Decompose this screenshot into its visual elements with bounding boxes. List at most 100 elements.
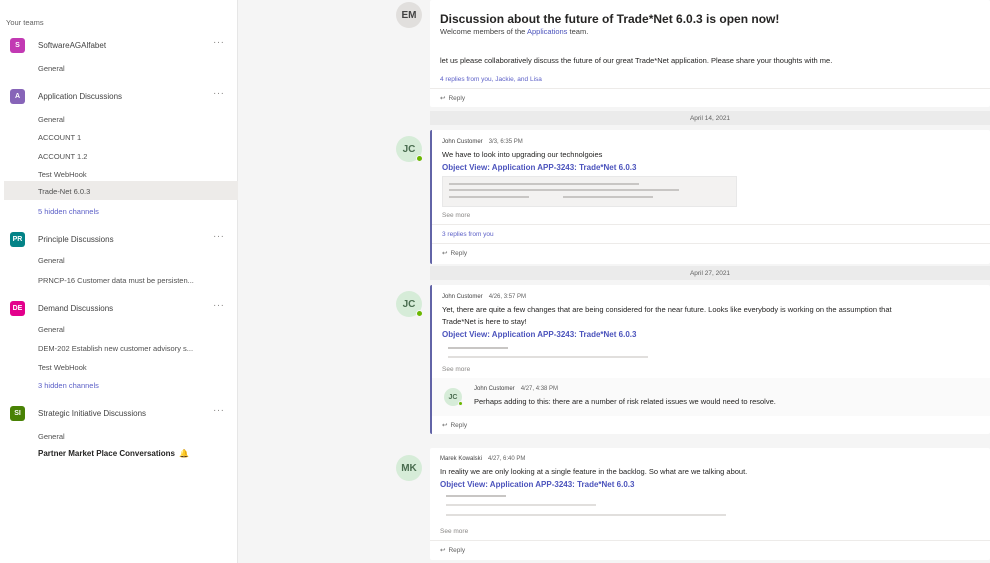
reply-label: Reply <box>450 422 468 429</box>
preview-line <box>446 495 506 497</box>
avatar[interactable]: EM <box>396 2 422 28</box>
preview-line <box>449 189 679 191</box>
message-body: In reality we are only looking at a sing… <box>440 467 748 476</box>
reply-thread: JC John Customer 4/27, 4:38 PM Perhaps ad… <box>432 378 990 416</box>
team-avatar: DE <box>10 301 25 316</box>
channel-general[interactable]: General <box>38 64 65 73</box>
channel-dem-202[interactable]: DEM-202 Establish new customer advisory … <box>38 344 193 353</box>
divider <box>432 224 990 225</box>
channel-trade-net-active[interactable]: Trade-Net 6.0.3 <box>38 187 90 196</box>
channel-general[interactable]: General <box>38 256 65 265</box>
reply-label: Reply <box>450 250 468 257</box>
author-name: Marek Kowalski <box>440 456 483 462</box>
more-options-icon[interactable]: ··· <box>213 37 225 48</box>
welcome-post: team. <box>567 27 589 36</box>
channel-account-1[interactable]: ACCOUNT 1 <box>38 133 81 142</box>
see-more-link[interactable]: See more <box>442 212 470 219</box>
date-separator: April 27, 2021 <box>430 266 990 280</box>
channel-test-webhook[interactable]: Test WebHook <box>38 170 87 179</box>
hidden-channels-link[interactable]: 5 hidden channels <box>38 207 99 216</box>
message-post: John Customer 3/3, 6:35 PM We have to loo… <box>430 130 990 264</box>
preview-line <box>449 196 529 198</box>
preview-line <box>563 196 653 198</box>
avatar-initials: JC <box>448 393 458 401</box>
author-name: John Customer <box>442 139 483 145</box>
bell-icon: 🔔 <box>178 449 189 458</box>
avatar-initials: JC <box>402 298 416 310</box>
replies-summary[interactable]: 3 replies from you <box>442 231 494 238</box>
team-principle-discussions[interactable]: PR Principle Discussions ··· <box>0 229 238 251</box>
preview-line <box>446 504 596 506</box>
team-name: Application Discussions <box>38 92 123 101</box>
message-post: Marek Kowalski 4/27, 6:40 PM In reality w… <box>430 448 990 560</box>
more-options-icon[interactable]: ··· <box>213 88 225 99</box>
team-softwareagalfabet[interactable]: S SoftwareAGAlfabet ··· <box>0 35 238 57</box>
object-view-link[interactable]: Object View: Application APP-3243: Trade… <box>442 163 636 172</box>
partner-team-name: Partner Market Place Conversations <box>38 449 175 458</box>
author-name: John Customer <box>442 294 483 300</box>
reply-button[interactable]: ↩ Reply <box>440 94 465 102</box>
timestamp: 4/27, 4:38 PM <box>520 386 559 392</box>
reply-body: Perhaps adding to this: there are a numb… <box>474 397 776 406</box>
timestamp: 3/3, 6:35 PM <box>488 139 523 145</box>
reply-label: Reply <box>448 95 466 102</box>
presence-available-icon <box>416 155 423 162</box>
avatar-initials: JC <box>402 143 416 155</box>
post-body: let us please collaboratively discuss th… <box>440 56 833 65</box>
channel-account-1-2[interactable]: ACCOUNT 1.2 <box>38 152 87 161</box>
timestamp: 4/26, 3:57 PM <box>488 294 527 300</box>
reply-button[interactable]: ↩ Reply <box>442 249 467 257</box>
object-view-link[interactable]: Object View: Application APP-3243: Trade… <box>440 480 634 489</box>
team-name: Strategic Initiative Discussions <box>38 409 147 418</box>
message-body-line1: Yet, there are quite a few changes that … <box>442 305 892 314</box>
team-application-discussions[interactable]: A Application Discussions ··· <box>0 86 238 108</box>
partner-market-place-team[interactable]: Partner Market Place Conversations 🔔 <box>38 449 189 458</box>
link-preview-image[interactable] <box>442 343 737 363</box>
link-preview-image[interactable] <box>440 492 735 522</box>
reply-button[interactable]: ↩ Reply <box>442 421 467 429</box>
message-meta: Marek Kowalski 4/27, 6:40 PM <box>440 456 525 462</box>
message-body-line2: Trade*Net is here to stay! <box>442 317 527 326</box>
more-options-icon[interactable]: ··· <box>213 300 225 311</box>
conversation-pane: EM let us please collaboratively discuss… <box>238 0 990 563</box>
team-strategic-initiative-discussions[interactable]: SI Strategic Initiative Discussions ··· <box>0 403 238 425</box>
channel-test-webhook[interactable]: Test WebHook <box>38 363 87 372</box>
message-meta: John Customer 4/26, 3:57 PM <box>442 294 526 300</box>
preview-line <box>448 347 508 349</box>
link-preview-image[interactable] <box>442 176 737 207</box>
channel-general[interactable]: General <box>38 115 65 124</box>
reply-button[interactable]: ↩ Reply <box>440 546 465 554</box>
applications-team-link[interactable]: Applications <box>527 27 567 36</box>
teams-sidebar: Your teams S SoftwareAGAlfabet ··· Gener… <box>0 0 238 563</box>
channel-general[interactable]: General <box>38 432 65 441</box>
hidden-channels-link[interactable]: 3 hidden channels <box>38 381 99 390</box>
see-more-link[interactable]: See more <box>440 528 468 535</box>
date-separator: April 14, 2021 <box>430 111 990 125</box>
timestamp: 4/27, 6:40 PM <box>488 456 526 462</box>
avatar[interactable]: JC <box>396 136 423 162</box>
more-options-icon[interactable]: ··· <box>213 405 225 416</box>
divider <box>430 540 990 541</box>
replies-summary[interactable]: 4 replies from you, Jackie, and Lisa <box>440 76 542 83</box>
see-more-link[interactable]: See more <box>442 366 470 373</box>
announcement-title: Discussion about the future of Trade*Net… <box>440 12 780 26</box>
message-body: We have to look into upgrading our techn… <box>442 150 603 159</box>
channel-general[interactable]: General <box>38 325 65 334</box>
reply-label: Reply <box>448 547 466 554</box>
message-meta: John Customer 4/27, 4:38 PM <box>474 386 558 392</box>
avatar[interactable]: MK <box>396 455 422 481</box>
welcome-pre: Welcome members of the <box>440 27 527 36</box>
message-post: John Customer 4/26, 3:57 PM Yet, there ar… <box>430 285 990 434</box>
message-meta: John Customer 3/3, 6:35 PM <box>442 139 523 145</box>
divider <box>430 88 990 89</box>
preview-line <box>448 356 648 358</box>
avatar[interactable]: JC <box>444 388 463 406</box>
your-teams-heading: Your teams <box>6 18 44 27</box>
object-view-link[interactable]: Object View: Application APP-3243: Trade… <box>442 330 636 339</box>
team-demand-discussions[interactable]: DE Demand Discussions ··· <box>0 298 238 320</box>
avatar[interactable]: JC <box>396 291 423 317</box>
team-avatar: PR <box>10 232 25 247</box>
team-name: SoftwareAGAlfabet <box>38 41 107 50</box>
channel-prncp-16[interactable]: PRNCP-16 Customer data must be persisten… <box>38 276 194 285</box>
more-options-icon[interactable]: ··· <box>213 231 225 242</box>
